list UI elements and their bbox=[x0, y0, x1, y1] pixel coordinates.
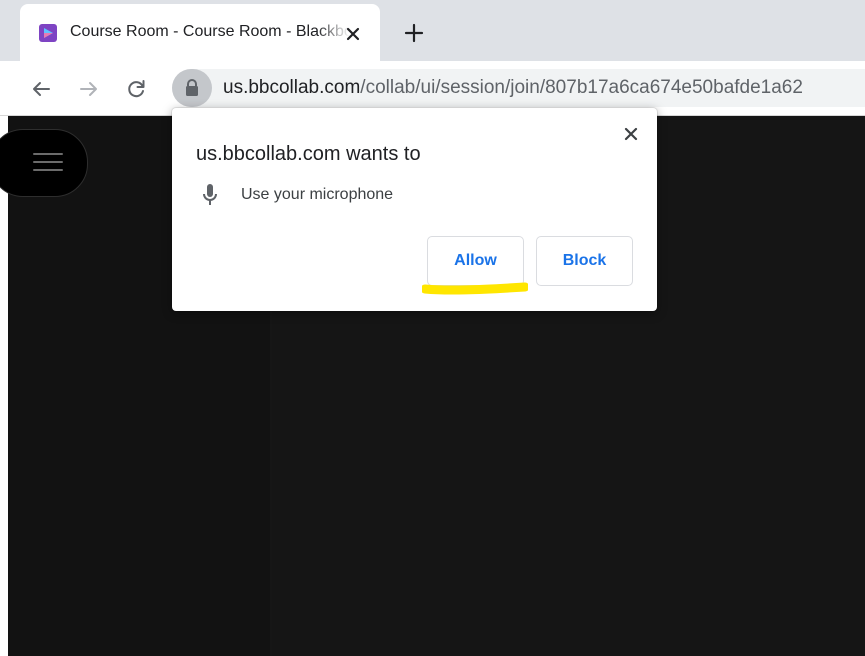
plus-icon[interactable] bbox=[403, 22, 425, 44]
url-path: /collab/ui/session/join/807b17a6ca674e50… bbox=[360, 77, 803, 98]
url-text[interactable]: us.bbcollab.com/collab/ui/session/join/8… bbox=[223, 77, 803, 99]
permission-dialog: us.bbcollab.com wants to Use your microp… bbox=[172, 108, 657, 311]
url-host: us.bbcollab.com bbox=[223, 77, 361, 98]
page-edge bbox=[0, 116, 8, 656]
lock-icon bbox=[186, 79, 198, 96]
block-button[interactable]: Block bbox=[536, 236, 633, 286]
tab-strip: Course Room - Course Room - Blackboard C… bbox=[0, 0, 865, 61]
arrow-left-icon[interactable] bbox=[30, 78, 52, 100]
menu-button[interactable] bbox=[0, 129, 88, 197]
arrow-right-icon[interactable] bbox=[78, 78, 100, 100]
hamburger-menu-icon bbox=[33, 153, 63, 171]
dialog-title: us.bbcollab.com wants to bbox=[196, 143, 421, 165]
highlight-underline bbox=[422, 282, 528, 295]
close-icon[interactable] bbox=[344, 25, 362, 43]
site-info-button[interactable] bbox=[172, 69, 212, 107]
reload-icon[interactable] bbox=[125, 78, 147, 100]
blackboard-collaborate-icon bbox=[39, 24, 57, 42]
microphone-icon bbox=[203, 184, 217, 205]
tab-title: Course Room - Course Room - Blackboard C… bbox=[70, 23, 350, 40]
permission-text: Use your microphone bbox=[241, 186, 394, 203]
close-icon[interactable] bbox=[622, 125, 640, 143]
browser-tab[interactable]: Course Room - Course Room - Blackboard C… bbox=[20, 4, 380, 61]
address-bar[interactable]: us.bbcollab.com/collab/ui/session/join/8… bbox=[172, 69, 865, 107]
